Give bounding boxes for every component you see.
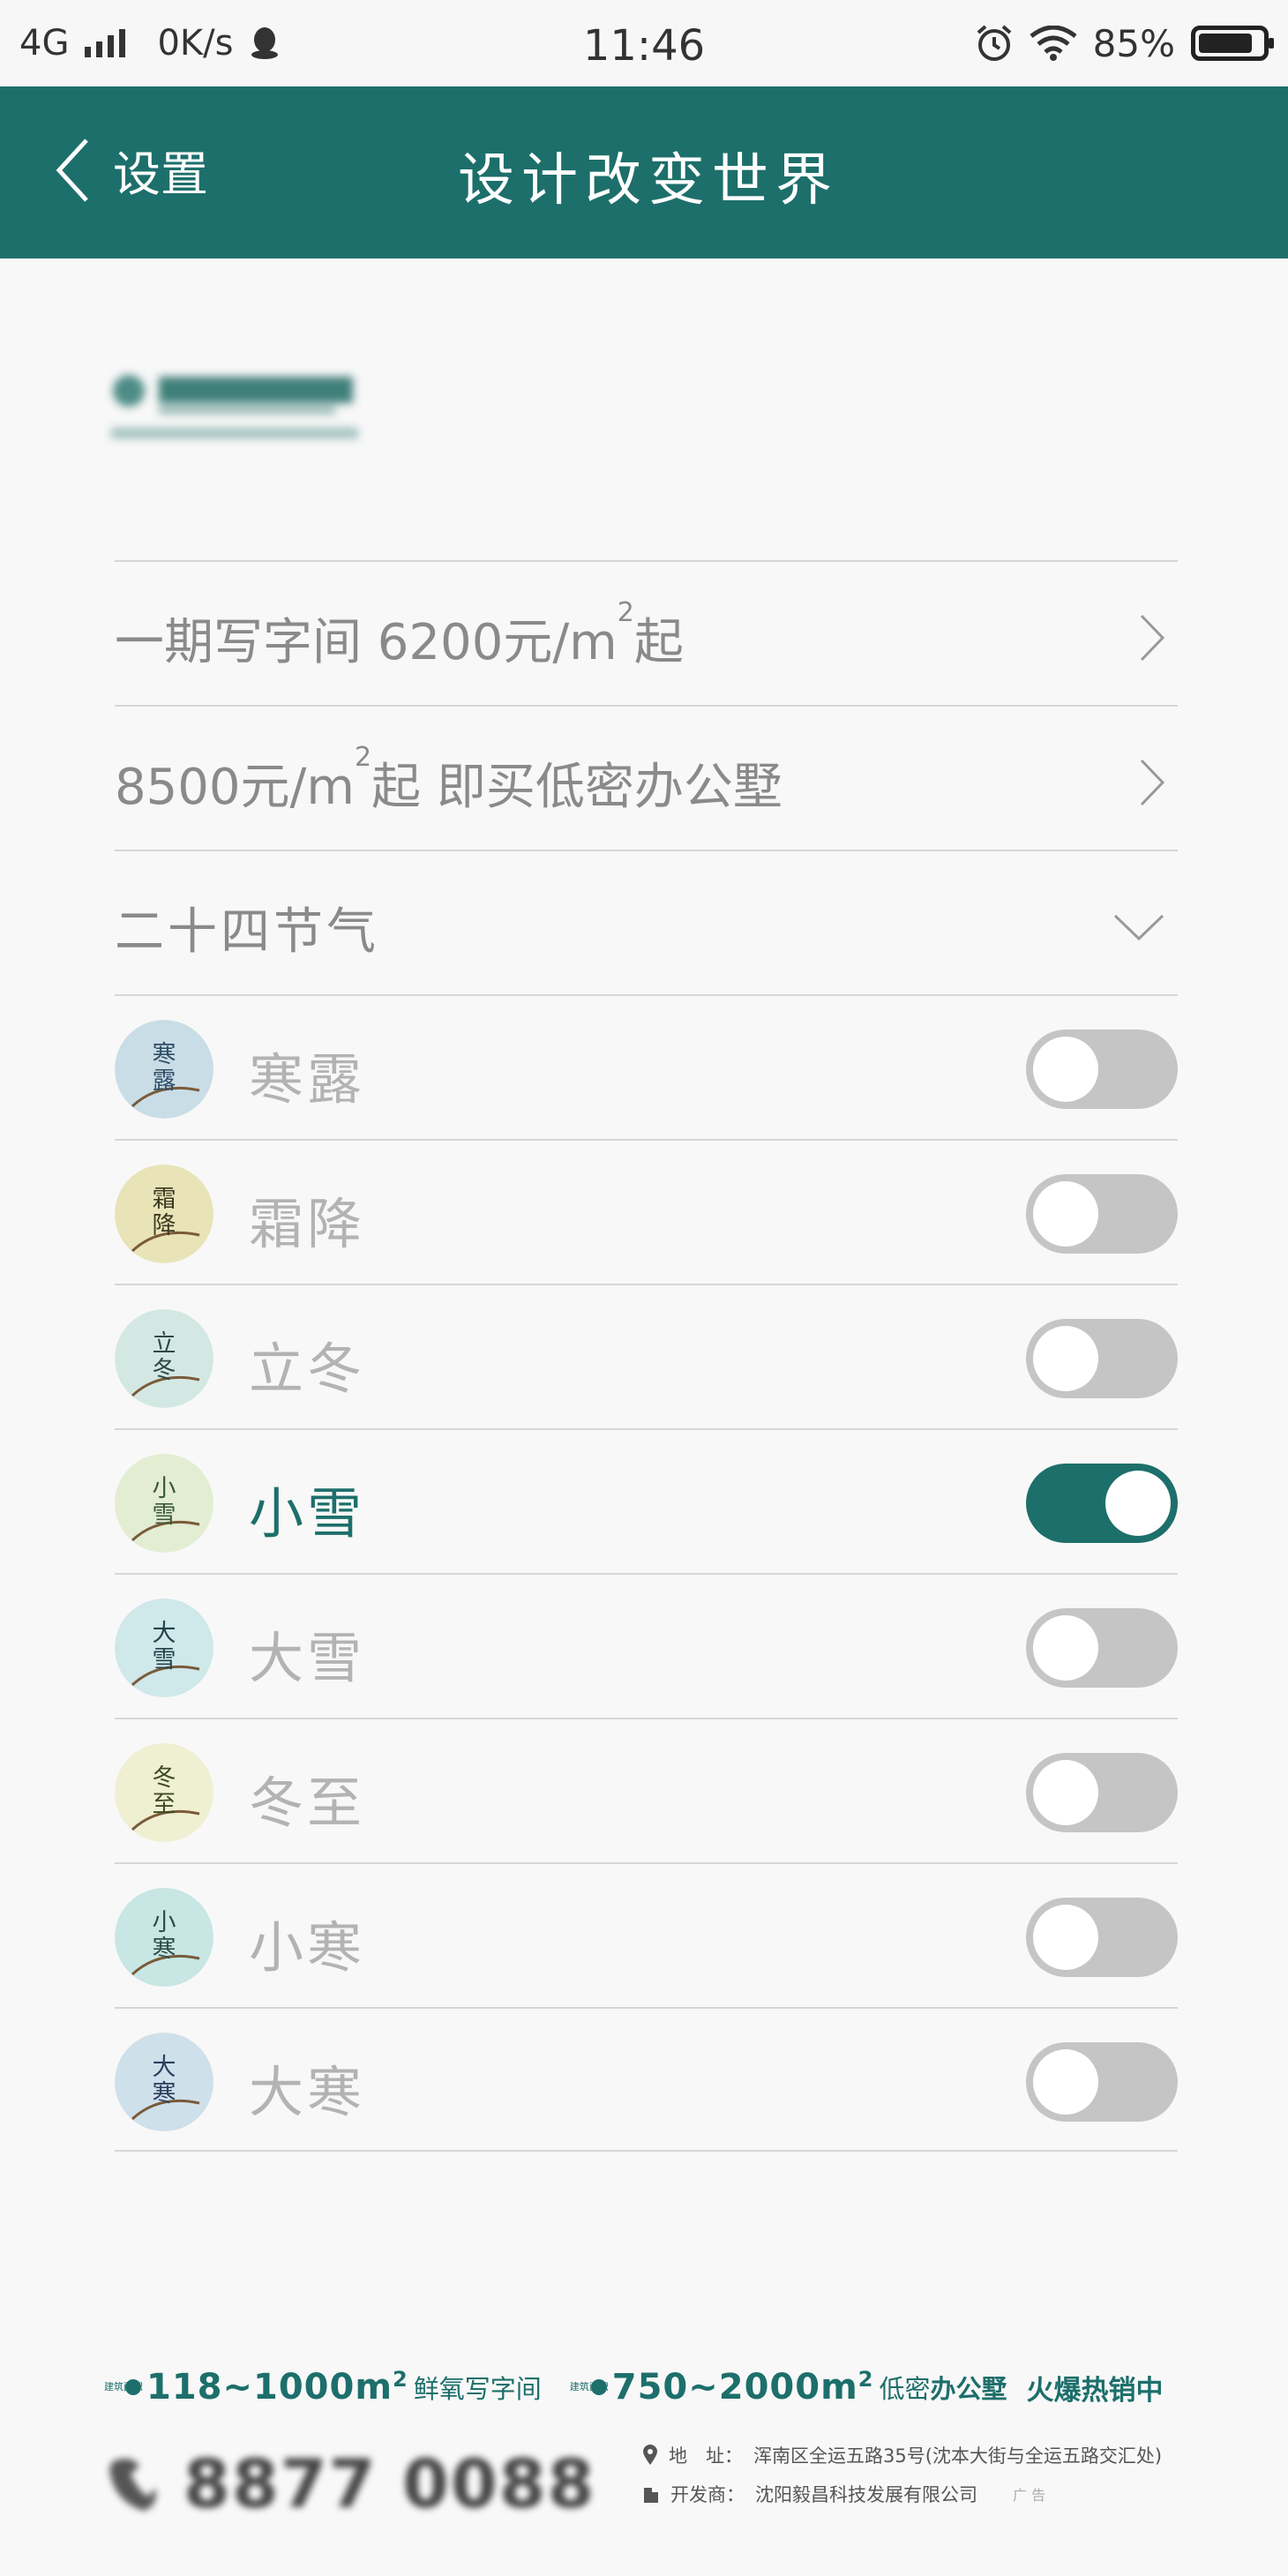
alarm-icon xyxy=(977,25,1011,61)
developer-line: 开发商： 沈阳毅昌科技发展有限公司 广 告 xyxy=(642,2481,1045,2507)
toggle-knob xyxy=(1033,1181,1098,1247)
address-label: 地 址： xyxy=(669,2445,743,2467)
hotline[interactable]: 8877 0088 xyxy=(104,2435,596,2532)
solar-term-label: 大寒 xyxy=(249,2060,366,2124)
solar-term-row[interactable]: 霜降霜降 xyxy=(115,1139,1178,1284)
solar-term-toggle[interactable] xyxy=(1026,1608,1178,1688)
building-icon xyxy=(644,2488,658,2503)
ad-tag: 广 告 xyxy=(1013,2487,1046,2504)
svg-text:立: 立 xyxy=(153,1330,176,1358)
svg-text:降: 降 xyxy=(153,1212,176,1239)
chevron-right-icon xyxy=(1140,759,1165,806)
wifi-icon xyxy=(1030,26,1077,61)
solar-term-row[interactable]: 寒露寒露 xyxy=(115,994,1178,1139)
section-solar-terms[interactable]: 二十四节气 xyxy=(115,850,1178,994)
toggle-knob xyxy=(1033,1615,1098,1681)
address-text: 浑南区全运五路35号(沈本大街与全运五路交汇处) xyxy=(753,2445,1163,2467)
developer-label: 开发商： xyxy=(670,2484,745,2505)
nav-bar: 设置 设计改变世界 xyxy=(0,86,1288,258)
svg-text:冬: 冬 xyxy=(153,1357,176,1384)
phone-icon xyxy=(109,2458,156,2511)
solar-term-label: 大雪 xyxy=(249,1626,366,1690)
solar-term-label: 立冬 xyxy=(249,1337,366,1401)
villa-desc: 低密办公墅 xyxy=(879,2374,1007,2404)
svg-text:大: 大 xyxy=(153,2054,176,2081)
solar-term-row[interactable]: 小寒小寒 xyxy=(115,1862,1178,2007)
svg-text:露: 露 xyxy=(153,1067,176,1095)
area-label: 建筑面积 xyxy=(104,2381,143,2393)
solar-term-icon: 大雪 xyxy=(115,1599,213,1697)
svg-text:冬: 冬 xyxy=(153,1764,176,1792)
toggle-knob xyxy=(1105,1471,1171,1536)
solar-term-icon: 立冬 xyxy=(115,1309,213,1408)
toggle-knob xyxy=(1033,1760,1098,1825)
svg-text:小: 小 xyxy=(153,1909,176,1936)
menu-item-office-price[interactable]: 一期写字间 6200元/m2起 xyxy=(115,560,1178,705)
villa-area-range: 750~2000m2 xyxy=(611,2367,874,2408)
chevron-right-icon xyxy=(1140,614,1165,662)
solar-term-toggle[interactable] xyxy=(1026,1464,1178,1543)
status-bar: 4G 0K/s 11:46 85% xyxy=(0,0,1288,86)
solar-term-icon: 霜降 xyxy=(115,1164,213,1263)
svg-text:雪: 雪 xyxy=(153,1501,176,1529)
solar-term-label: 小寒 xyxy=(249,1915,366,1980)
solar-term-icon: 寒露 xyxy=(115,1020,213,1119)
office-desc: 鲜氧写字间 xyxy=(413,2374,542,2404)
footer-ad-line: 建筑面积 118~1000m2 鲜氧写字间 建筑面积 750~2000m2 低密… xyxy=(104,2367,1189,2408)
brand-logo xyxy=(111,375,358,438)
solar-term-row[interactable]: 小雪小雪 xyxy=(115,1428,1178,1573)
office-area-range: 118~1000m2 xyxy=(146,2367,408,2408)
battery-icon xyxy=(1191,26,1274,61)
solar-term-toggle[interactable] xyxy=(1026,1319,1178,1398)
settings-list: 一期写字间 6200元/m2起 8500元/m2起 即买低密办公墅 二十四节气 … xyxy=(115,560,1178,2152)
solar-term-label: 寒露 xyxy=(249,1047,366,1112)
svg-text:寒: 寒 xyxy=(153,1041,176,1068)
svg-text:雪: 雪 xyxy=(153,1646,176,1674)
solar-term-row[interactable]: 大雪大雪 xyxy=(115,1573,1178,1718)
svg-text:寒: 寒 xyxy=(153,1936,176,1963)
section-label: 二十四节气 xyxy=(115,903,379,961)
svg-text:寒: 寒 xyxy=(153,2080,176,2108)
solar-term-toggle[interactable] xyxy=(1026,1753,1178,1832)
area-dot-icon xyxy=(125,2379,141,2395)
menu-item-villa-price[interactable]: 8500元/m2起 即买低密办公墅 xyxy=(115,705,1178,850)
solar-term-toggle[interactable] xyxy=(1026,1174,1178,1254)
toggle-knob xyxy=(1033,1905,1098,1970)
location-pin-icon xyxy=(643,2445,657,2465)
solar-term-row[interactable]: 冬至冬至 xyxy=(115,1718,1178,1862)
toggle-knob xyxy=(1033,2049,1098,2115)
solar-term-toggle[interactable] xyxy=(1026,2042,1178,2122)
svg-text:大: 大 xyxy=(153,1620,176,1647)
solar-term-icon: 冬至 xyxy=(115,1743,213,1842)
chevron-down-icon xyxy=(1113,914,1164,941)
address-line: 地 址： 浑南区全运五路35号(沈本大街与全运五路交汇处) xyxy=(642,2442,1162,2468)
area-label: 建筑面积 xyxy=(569,2381,609,2393)
toggle-knob xyxy=(1033,1037,1098,1102)
svg-text:小: 小 xyxy=(153,1475,176,1502)
solar-term-toggle[interactable] xyxy=(1026,1898,1178,1977)
solar-term-label: 小雪 xyxy=(249,1481,366,1546)
area-dot-icon xyxy=(590,2379,607,2395)
page-title: 设计改变世界 xyxy=(458,148,839,213)
solar-term-label: 霜降 xyxy=(249,1192,366,1256)
battery-percent: 85% xyxy=(1092,21,1175,65)
solar-term-label: 冬至 xyxy=(249,1771,366,1835)
hot-sale-label: 火爆热销中 xyxy=(1026,2374,1164,2407)
developer-text: 沈阳毅昌科技发展有限公司 xyxy=(755,2484,977,2505)
menu-item-label: 一期写字间 6200元/m2起 xyxy=(115,597,684,671)
svg-text:霜: 霜 xyxy=(153,1186,176,1213)
solar-term-icon: 小雪 xyxy=(115,1454,213,1553)
toggle-knob xyxy=(1033,1326,1098,1391)
solar-term-row[interactable]: 大寒大寒 xyxy=(115,2007,1178,2152)
menu-item-label: 8500元/m2起 即买低密办公墅 xyxy=(115,742,783,816)
solar-term-row[interactable]: 立冬立冬 xyxy=(115,1284,1178,1428)
svg-text:至: 至 xyxy=(153,1791,176,1818)
solar-term-icon: 小寒 xyxy=(115,1888,213,1987)
solar-term-toggle[interactable] xyxy=(1026,1030,1178,1109)
solar-term-icon: 大寒 xyxy=(115,2033,213,2131)
phone-number: 8877 0088 xyxy=(183,2444,596,2523)
